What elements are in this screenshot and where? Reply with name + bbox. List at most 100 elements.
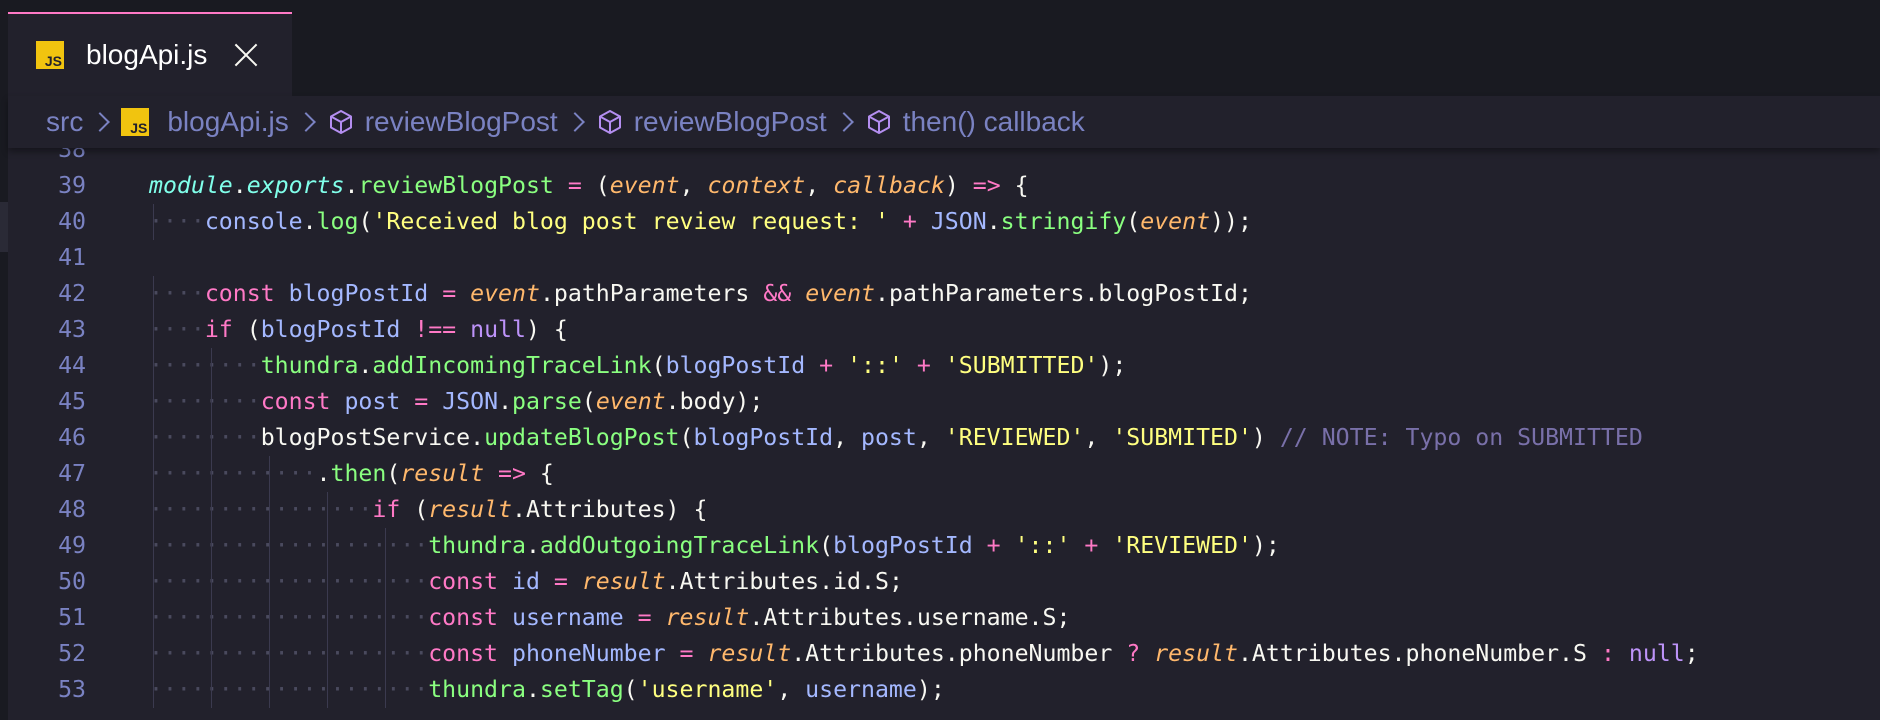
breadcrumb-item-file[interactable]: JS blogApi.js xyxy=(121,106,289,138)
code-token: id xyxy=(511,568,540,595)
code-token: const xyxy=(428,604,499,631)
code-token: ? xyxy=(1126,640,1141,667)
indent-guide xyxy=(269,528,270,564)
indent-guide xyxy=(385,564,386,600)
code-token: = xyxy=(414,388,429,415)
code-token: ( xyxy=(651,352,666,379)
tab-bar: JS blogApi.js xyxy=(0,0,1880,96)
breadcrumb-item-symbol[interactable]: reviewBlogPost xyxy=(596,106,827,138)
breadcrumb-item-src[interactable]: src xyxy=(46,106,83,138)
code-token: const xyxy=(428,568,499,595)
code-line[interactable]: 49 ····················thundra.addOutgoin… xyxy=(8,528,1880,564)
indent-guide xyxy=(269,492,270,528)
code-line[interactable]: 47 ············.then(result => { xyxy=(8,456,1880,492)
code-token: 'username' xyxy=(637,676,778,703)
code-token: , xyxy=(777,676,806,703)
code-line[interactable]: 44 ········thundra.addIncomingTraceLink(b… xyxy=(8,348,1880,384)
whitespace: ················ xyxy=(149,496,373,523)
line-number: 46 xyxy=(58,424,86,451)
code-line[interactable]: 39 module.exports.reviewBlogPost = (event… xyxy=(8,168,1880,204)
code-token: 'REVIEWED' xyxy=(944,424,1085,451)
code-line[interactable]: 45 ········const post = JSON.parse(event.… xyxy=(8,384,1880,420)
symbol-method-icon xyxy=(867,110,890,134)
code-token: const xyxy=(428,640,499,667)
code-token: : xyxy=(1600,640,1615,667)
breadcrumb-item-symbol[interactable]: then() callback xyxy=(865,106,1085,138)
code-token: . xyxy=(232,172,247,199)
code-line[interactable]: 53 ····················thundra.setTag('us… xyxy=(8,672,1880,708)
code-token: thundra xyxy=(428,676,526,703)
line-number: 51 xyxy=(58,604,86,631)
line-number: 43 xyxy=(58,316,86,343)
code-token: { xyxy=(525,460,554,487)
code-line[interactable]: 46 ········blogPostService.updateBlogPost… xyxy=(8,420,1880,456)
indent-guide xyxy=(327,528,328,564)
code-token: && xyxy=(763,280,792,307)
close-icon[interactable] xyxy=(233,42,259,68)
code-token: 'SUBMITED' xyxy=(1112,424,1252,451)
code-text: ····················thundra.addOutgoingT… xyxy=(149,528,1280,564)
breadcrumb-item-symbol[interactable]: reviewBlogPost xyxy=(327,106,558,138)
code-line[interactable]: 43 ····if (blogPostId !== null) { xyxy=(8,312,1880,348)
code-token: post xyxy=(344,388,401,415)
code-token: then xyxy=(330,460,387,487)
code-line[interactable]: 41 xyxy=(8,240,1880,276)
code-token: .Attributes.phoneNumber.S xyxy=(1237,640,1601,667)
code-token: . xyxy=(525,676,540,703)
code-token: ( xyxy=(232,316,261,343)
indent-guide xyxy=(153,528,154,564)
code-token: .pathParameters.blogPostId; xyxy=(875,280,1252,307)
code-token: , xyxy=(679,172,708,199)
code-line[interactable]: 42 ····const blogPostId = event.pathParam… xyxy=(8,276,1880,312)
code-text: ················if (result.Attributes) { xyxy=(149,492,707,528)
code-token: blogPostId xyxy=(833,532,973,559)
code-line[interactable]: 50 ····················const id = result.… xyxy=(8,564,1880,600)
code-token: , xyxy=(916,424,945,451)
line-number: 45 xyxy=(58,388,86,415)
code-token: !== xyxy=(414,316,457,343)
code-token: .body); xyxy=(665,388,764,415)
code-line[interactable]: 52 ····················const phoneNumber … xyxy=(8,636,1880,672)
indent-guide xyxy=(211,636,212,672)
code-token: thundra xyxy=(260,352,359,379)
code-token: null xyxy=(1628,640,1685,667)
code-token: . xyxy=(358,352,373,379)
indent-guide xyxy=(327,636,328,672)
code-token: => xyxy=(498,460,526,487)
code-text: ········blogPostService.updateBlogPost(b… xyxy=(149,420,1643,456)
code-editor[interactable]: 38 39 module.exports.reviewBlogPost = (eve… xyxy=(8,148,1880,720)
tab-blogapi-js[interactable]: JS blogApi.js xyxy=(8,12,292,96)
code-line[interactable]: 40 ····console.log('Received blog post re… xyxy=(8,204,1880,240)
line-number: 48 xyxy=(58,496,86,523)
code-token: '::' xyxy=(847,352,903,379)
code-token: username xyxy=(511,604,624,631)
code-token: )); xyxy=(1210,208,1252,235)
whitespace: ···· xyxy=(149,208,205,235)
code-token: , xyxy=(805,172,834,199)
code-line[interactable]: 51 ····················const username = r… xyxy=(8,600,1880,636)
code-text: ············.then(result => { xyxy=(149,456,554,492)
code-token: = xyxy=(637,604,652,631)
code-token: if xyxy=(204,316,233,343)
code-line[interactable]: 38 xyxy=(8,148,1880,168)
code-token: if xyxy=(372,496,401,523)
indent-guide xyxy=(211,600,212,636)
code-line[interactable]: 48 ················if (result.Attributes)… xyxy=(8,492,1880,528)
code-token: .Attributes) { xyxy=(511,496,708,523)
whitespace: ········ xyxy=(149,424,261,451)
code-text: ····console.log('Received blog post revi… xyxy=(149,204,1252,240)
code-token: const xyxy=(204,280,275,307)
whitespace: ············ xyxy=(149,460,317,487)
js-file-icon: JS xyxy=(36,41,64,69)
code-text: ····if (blogPostId !== null) { xyxy=(149,312,568,348)
indent-guide xyxy=(211,420,212,456)
code-token: result xyxy=(1154,640,1238,667)
